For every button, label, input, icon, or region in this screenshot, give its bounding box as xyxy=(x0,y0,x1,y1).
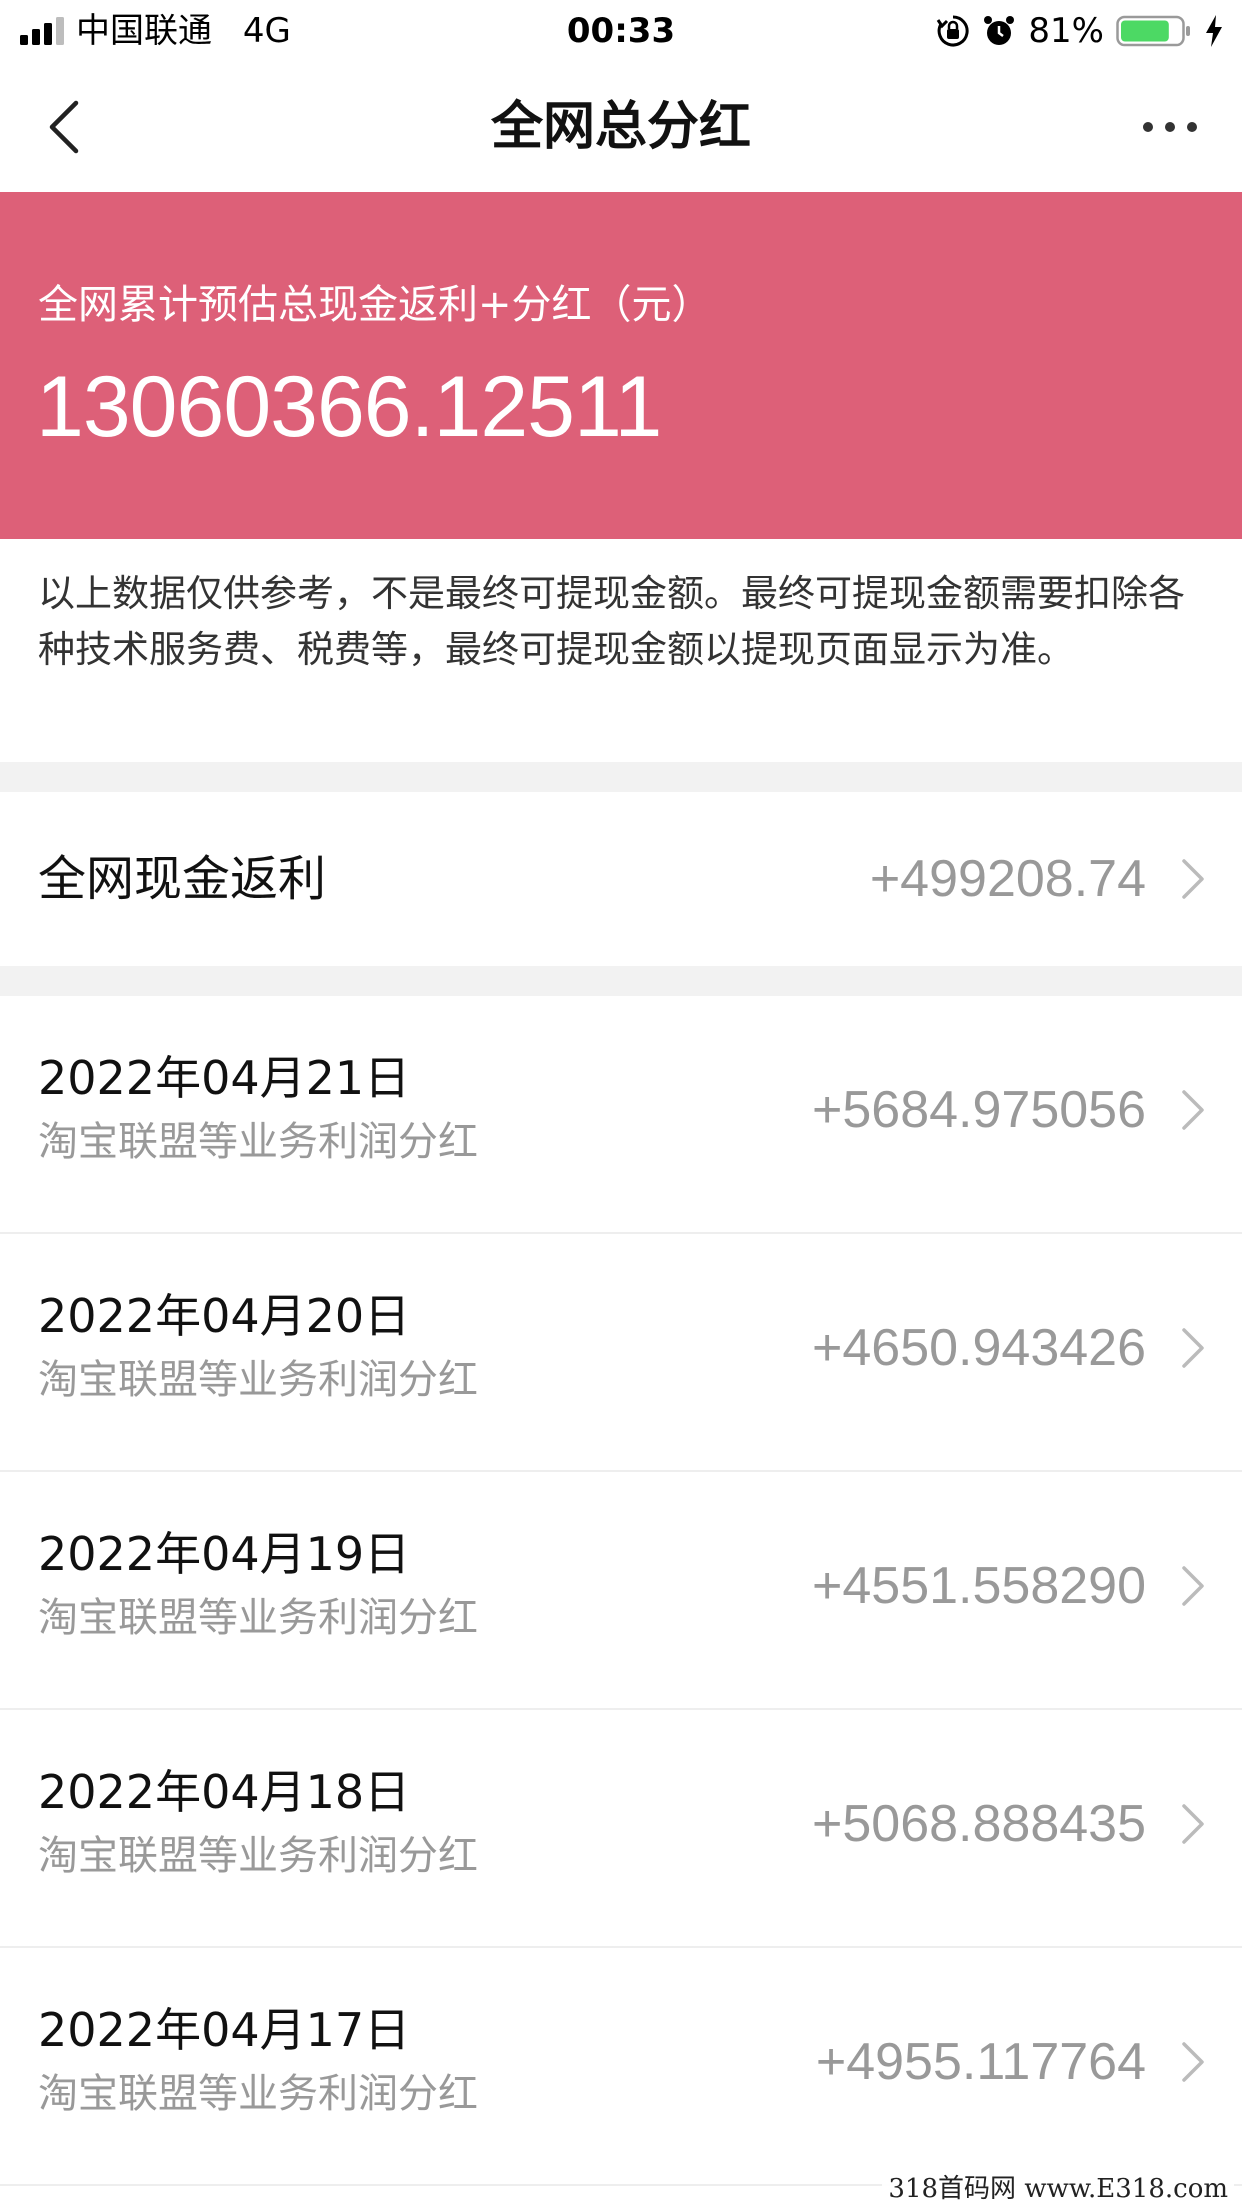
dividend-row[interactable]: 2022年04月19日 淘宝联盟等业务利润分红 +4551.558290 xyxy=(0,1472,1242,1708)
chevron-right-icon xyxy=(1182,1090,1204,1130)
total-summary-banner: 全网累计预估总现金返利+分红（元） 13060366.12511 xyxy=(0,192,1242,539)
dividend-amount: +5684.975056 xyxy=(811,1081,1146,1139)
dividend-description: 淘宝联盟等业务利润分红 xyxy=(38,1357,478,1403)
status-bar: 中国联通 4G 00:33 81% xyxy=(0,0,1242,62)
dividend-date: 2022年04月21日 xyxy=(38,1051,411,1105)
dividend-description: 淘宝联盟等业务利润分红 xyxy=(38,2071,478,2117)
chevron-right-icon xyxy=(1182,1804,1204,1844)
chevron-right-icon xyxy=(1182,859,1204,899)
dividend-amount: +5068.888435 xyxy=(811,1795,1146,1853)
dividend-description: 淘宝联盟等业务利润分红 xyxy=(38,1833,478,1879)
dividend-row[interactable]: 2022年04月20日 淘宝联盟等业务利润分红 +4650.943426 xyxy=(0,1234,1242,1470)
dividend-date: 2022年04月20日 xyxy=(38,1289,411,1343)
page-title: 全网总分红 xyxy=(490,97,751,157)
charging-bolt-icon xyxy=(1206,15,1222,47)
total-summary-label: 全网累计预估总现金返利+分红（元） xyxy=(38,282,712,328)
battery-icon xyxy=(1116,15,1190,47)
total-summary-value: 13060366.12511 xyxy=(36,359,662,455)
navigation-bar: 全网总分红 xyxy=(0,62,1242,192)
dividend-amount: +4650.943426 xyxy=(811,1319,1146,1377)
battery-percentage: 81% xyxy=(1028,11,1104,51)
cash-rebate-row[interactable]: 全网现金返利 +499208.74 xyxy=(0,792,1242,966)
more-options-icon[interactable] xyxy=(1134,97,1206,157)
dividend-row[interactable]: 2022年04月17日 淘宝联盟等业务利润分红 +4955.117764 xyxy=(0,1948,1242,2184)
dividend-row[interactable]: 2022年04月18日 淘宝联盟等业务利润分红 +5068.888435 xyxy=(0,1710,1242,1946)
dividend-amount: +4955.117764 xyxy=(815,2033,1146,2091)
dividend-description: 淘宝联盟等业务利润分红 xyxy=(38,1595,478,1641)
section-divider xyxy=(0,966,1242,996)
cash-rebate-amount: +499208.74 xyxy=(869,850,1146,908)
dividend-amount: +4551.558290 xyxy=(811,1557,1146,1615)
disclaimer-text: 以上数据仅供参考，不是最终可提现金额。最终可提现金额需要扣除各种技术服务费、税费… xyxy=(38,572,1185,671)
rotation-lock-icon xyxy=(937,15,970,47)
chevron-right-icon xyxy=(1182,1566,1204,1606)
chevron-right-icon xyxy=(1182,1328,1204,1368)
dividend-date: 2022年04月19日 xyxy=(38,1527,411,1581)
cash-rebate-label: 全网现金返利 xyxy=(38,851,327,907)
status-icons: 81% xyxy=(936,8,1224,54)
dividend-date: 2022年04月17日 xyxy=(38,2003,411,2057)
alarm-icon xyxy=(984,16,1015,45)
watermark-text: 318首码网 www.E318.com xyxy=(882,2172,1234,2206)
dividend-description: 淘宝联盟等业务利润分红 xyxy=(38,1119,478,1165)
chevron-right-icon xyxy=(1182,2042,1204,2082)
dividend-row[interactable]: 2022年04月21日 淘宝联盟等业务利润分红 +5684.975056 xyxy=(0,996,1242,1232)
dividend-date: 2022年04月18日 xyxy=(38,1765,411,1819)
section-divider xyxy=(0,762,1242,792)
